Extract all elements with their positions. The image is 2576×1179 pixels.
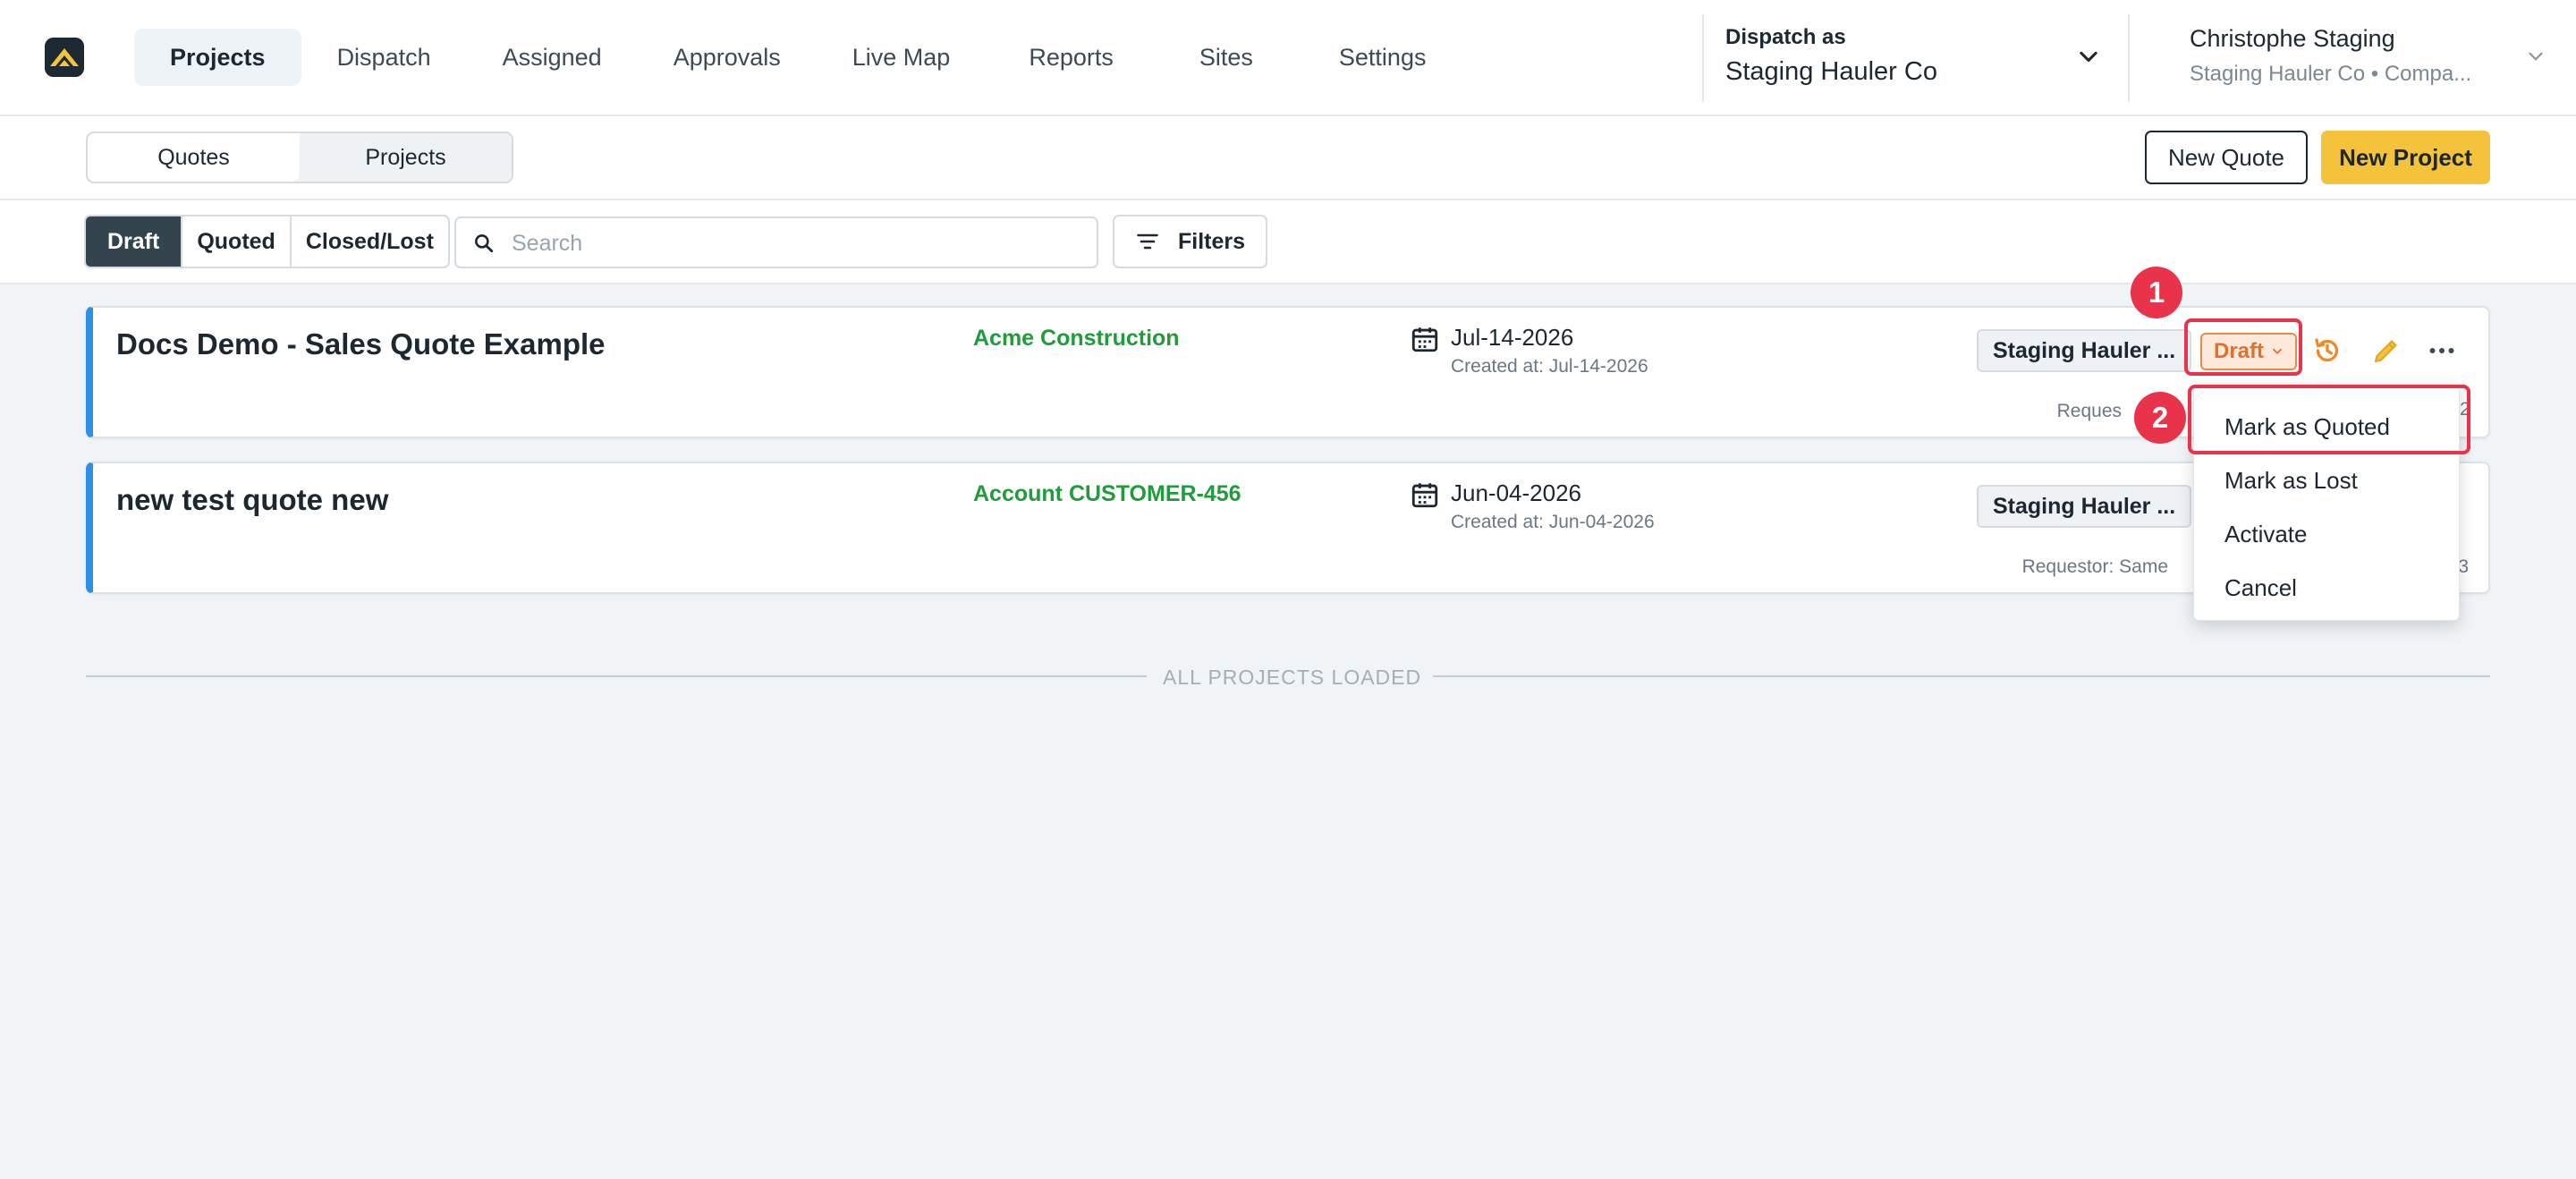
obscured-text-fragment: 3 [2458,556,2469,577]
top-navigation-bar: Projects Dispatch Assigned Approvals Liv… [0,0,2576,116]
filter-bar: Draft Quoted Closed/Lost Filters [0,200,2576,284]
hauler-badge: Staging Hauler ... [1977,485,2191,528]
quote-title[interactable]: new test quote new [116,483,388,517]
chevron-down-icon [2080,51,2097,63]
nav-item-sites[interactable]: Sites [1157,29,1296,86]
quote-requestor: Requestor: Same [2021,556,2168,577]
quote-customer[interactable]: Acme Construction [973,326,1180,352]
quote-card[interactable]: Docs Demo - Sales Quote Example Acme Con… [86,306,2490,438]
search-box [454,216,1098,268]
nav-item-dispatch[interactable]: Dispatch [301,29,467,86]
tab-closed-lost[interactable]: Closed/Lost [289,216,448,267]
quote-date: Jun-04-2026 [1451,479,1581,506]
annotation-badge: 1 [2131,267,2182,318]
nav-item-projects[interactable]: Projects [134,29,301,86]
hauler-badge: Staging Hauler ... [1977,329,2191,372]
user-menu[interactable]: Christophe Staging Staging Hauler Co • C… [2190,25,2547,97]
edit-pencil-icon[interactable] [2370,335,2402,367]
menu-item-mark-as-lost[interactable]: Mark as Lost [2194,454,2459,507]
nav-item-live-map[interactable]: Live Map [817,29,987,86]
quote-customer[interactable]: Account CUSTOMER-456 [973,481,1241,507]
app-logo[interactable] [45,38,84,77]
dispatch-as-selector[interactable]: Dispatch as Staging Hauler Co [1702,14,2130,102]
quote-title[interactable]: Docs Demo - Sales Quote Example [116,327,606,361]
annotation-highlight-menu-item [2188,385,2470,454]
quote-card[interactable]: new test quote new Account CUSTOMER-456 … [86,462,2490,594]
dispatch-as-value: Staging Hauler Co [1725,57,1937,86]
nav-item-settings[interactable]: Settings [1296,29,1462,86]
nav-item-assigned[interactable]: Assigned [467,29,638,86]
new-quote-button[interactable]: New Quote [2145,131,2308,184]
dispatch-as-label: Dispatch as [1725,25,1846,49]
logo-mountain-icon [45,38,84,77]
filters-label: Filters [1177,228,1246,254]
sub-header: Quotes Projects New Quote New Project [0,116,2576,200]
user-org: Staging Hauler Co • Compa... [2190,62,2472,86]
nav-item-reports[interactable]: Reports [986,29,1157,86]
all-loaded-text: ALL PROJECTS LOADED [1163,666,1422,689]
divider-line [1433,675,2490,677]
calendar-icon [1411,327,1438,352]
view-toggle: Quotes Projects [86,131,513,183]
filter-lines-icon [1137,233,1158,250]
all-loaded-divider: ALL PROJECTS LOADED [86,666,2490,689]
divider-line [86,675,1147,677]
history-icon[interactable] [2311,335,2343,367]
quote-requestor: Reques [2056,401,2122,421]
search-icon [475,234,494,253]
quote-created-at: Created at: Jul-14-2026 [1451,356,1648,377]
tab-draft[interactable]: Draft [86,216,182,267]
nav-item-approvals[interactable]: Approvals [638,29,817,86]
chevron-down-icon [2529,52,2543,61]
annotation-badge: 2 [2134,392,2186,444]
search-input[interactable] [512,225,1066,261]
menu-item-cancel[interactable]: Cancel [2194,561,2459,615]
toggle-quotes[interactable]: Quotes [88,133,300,182]
toggle-projects[interactable]: Projects [300,133,512,182]
status-tabs: Draft Quoted Closed/Lost [84,215,450,268]
new-project-button[interactable]: New Project [2321,131,2490,184]
annotation-highlight-status [2184,318,2302,376]
quote-date: Jul-14-2026 [1451,324,1574,351]
filters-button[interactable]: Filters [1113,215,1267,268]
more-options-icon[interactable] [2426,335,2458,367]
calendar-icon [1411,483,1438,508]
user-name: Christophe Staging [2190,25,2395,52]
quote-created-at: Created at: Jun-04-2026 [1451,512,1655,532]
tab-quoted[interactable]: Quoted [181,216,290,267]
menu-item-activate[interactable]: Activate [2194,507,2459,561]
main-nav: Projects Dispatch Assigned Approvals Liv… [134,29,1462,86]
